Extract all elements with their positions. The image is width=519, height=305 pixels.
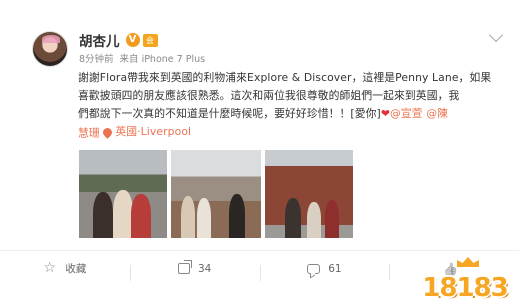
post-meta: 8分钟前 来自 iPhone 7 Plus [79,51,479,65]
photo-1[interactable] [79,150,167,238]
person-figure [131,194,151,238]
person-figure [113,190,133,238]
content-line-3-text: 們都說下一次真的不知道是什麼時候呢，要好好珍惜！！[愛你] [78,107,381,120]
avatar[interactable] [32,31,68,67]
post-source: 来自 iPhone 7 Plus [119,54,206,65]
post-header: 胡杏儿 V 会 8分钟前 来自 iPhone 7 Plus [79,31,479,67]
content-line-3: 們都說下一次真的不知道是什麼時候呢，要好好珍惜！！[愛你]❤@宣萱 @陳 [78,105,498,123]
favorite-button[interactable]: 收藏 [0,261,130,276]
content-line-1: 謝謝Flora帶我來到英國的利物浦來Explore & Discover，這裡是… [78,71,492,84]
person-figure [197,198,211,238]
content-line-2: 喜歡披頭四的朋友應該很熟悉。這次和兩位我很尊敬的師姐們一起來到英國，我 [78,89,460,102]
post-time[interactable]: 8分钟前 [79,51,114,65]
crown-logo-icon [457,257,479,267]
member-badge-icon[interactable]: 会 [142,33,158,47]
comment-icon [307,263,321,274]
comment-count: 61 [328,262,342,275]
mention-2-cont[interactable]: 慧珊 [78,127,100,140]
photo-3[interactable] [265,150,353,238]
location-text: 英國·Liverpool [115,125,192,138]
share-icon [177,263,190,274]
content-line-4: 慧珊 英國·Liverpool [78,123,498,143]
chevron-down-icon[interactable] [488,27,504,43]
photo-grid [79,150,353,238]
author-row: 胡杏儿 V 会 [79,30,479,50]
star-icon [43,261,57,276]
person-figure [307,202,321,238]
person-figure [285,198,301,238]
repost-button[interactable]: 34 [129,262,260,281]
repost-count: 34 [197,262,212,275]
site-watermark: 18183 [419,257,511,303]
location-link[interactable]: 英國·Liverpool [101,123,192,141]
verified-icon: V [125,33,140,47]
photo-2[interactable] [171,150,261,238]
person-figure [93,192,113,238]
favorite-label: 收藏 [65,263,87,275]
mention-2[interactable]: @陳 [426,107,448,120]
person-figure [229,194,245,238]
comment-button[interactable]: 61 [259,262,390,281]
person-figure [181,196,195,238]
heart-emoji: ❤ [380,107,390,120]
post-content: 謝謝Flora帶我來到英國的利物浦來Explore & Discover，這裡是… [78,69,498,143]
weibo-post-card: 胡杏儿 V 会 8分钟前 来自 iPhone 7 Plus 謝謝Flora帶我來… [0,0,519,305]
person-figure [325,200,339,238]
watermark-text: 18183 [422,273,508,303]
author-name[interactable]: 胡杏儿 [79,30,120,50]
location-pin-icon [101,125,115,139]
mention-1[interactable]: @宣萱 [390,107,423,120]
